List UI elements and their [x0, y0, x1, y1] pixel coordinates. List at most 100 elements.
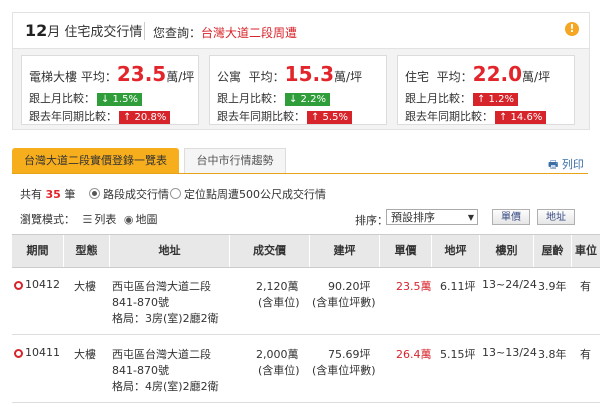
- avg-unit: 萬/坪: [522, 70, 551, 84]
- type-cell: 大樓: [74, 348, 96, 361]
- tab-price-trend[interactable]: 台中市行情趨勢: [184, 148, 286, 173]
- avg-label: 平均：: [80, 70, 117, 84]
- yoy-badge: ↑ 20.8%: [119, 111, 171, 124]
- stat-type: 住宅: [405, 70, 430, 84]
- avg-unit: 萬/坪: [334, 70, 363, 84]
- stat-yoy-line: 跟去年同期比較： ↑ 14.6%: [405, 108, 547, 124]
- address-line2: 841-870號: [112, 296, 169, 309]
- mom-label: 跟上月比較：: [405, 92, 471, 105]
- stats-panel: 電梯大樓 平均：23.5萬/坪 跟上月比較： ↓ 1.5% 跟去年同期比較： ↑ 2…: [12, 48, 590, 130]
- age-value: 3.8年: [538, 348, 567, 361]
- radio-label: 定位點周遭500公尺成交行情: [184, 188, 326, 201]
- floor-value: 13~13/24: [482, 346, 537, 359]
- count-number: 35: [45, 188, 61, 201]
- print-label: 列印: [561, 158, 584, 171]
- layout-text: 格局：4房(室)2廳2衛: [112, 380, 219, 393]
- col-parking[interactable]: 車位: [572, 235, 600, 267]
- area-note: (含車位坪數): [312, 296, 376, 309]
- stat-mom-line: 跟上月比較： ↓ 2.2%: [217, 90, 330, 106]
- stat-card-elevator: 電梯大樓 平均：23.5萬/坪 跟上月比較： ↓ 1.5% 跟去年同期比較： ↑ 2…: [21, 55, 199, 125]
- stat-yoy-line: 跟去年同期比較： ↑ 20.8%: [29, 108, 171, 124]
- printer-icon: 🖶: [548, 158, 559, 171]
- sort-select[interactable]: 預設排序 ▼: [386, 209, 478, 225]
- yoy-badge: ↑ 14.6%: [495, 111, 547, 124]
- avg-unit: 萬/坪: [166, 70, 195, 84]
- view-list-button[interactable]: ☰ 列表: [79, 213, 117, 226]
- yoy-label: 跟去年同期比較：: [29, 110, 117, 123]
- radio-checked-icon: [89, 188, 100, 199]
- divider: [144, 22, 145, 40]
- mom-label: 跟上月比較：: [217, 92, 283, 105]
- col-age[interactable]: 屋齡: [534, 235, 572, 267]
- col-unit-price[interactable]: 單價: [380, 235, 432, 267]
- yoy-badge: ↑ 5.5%: [307, 111, 352, 124]
- col-address[interactable]: 地址: [110, 235, 230, 267]
- avg-label: 平均：: [436, 70, 473, 84]
- mom-badge: ↑ 1.2%: [473, 93, 518, 106]
- sort-by-address-button[interactable]: 地址: [537, 209, 575, 225]
- table-row[interactable]: 10411 大樓 西屯區台灣大道二段 841-870號 格局：4房(室)2廳2衛…: [12, 336, 600, 403]
- view-mode: 瀏覽模式： ☰ 列表 ◉ 地圖: [20, 211, 157, 227]
- col-price[interactable]: 成交價: [230, 235, 310, 267]
- query-label: 您查詢：: [153, 26, 202, 40]
- view-map-label: 地圖: [135, 213, 158, 226]
- col-type[interactable]: 型態: [64, 235, 110, 267]
- radio-label: 路段成交行情: [103, 188, 169, 201]
- area-value: 75.69坪: [328, 348, 371, 361]
- month-suffix: 月 住宅成交行情: [47, 25, 143, 40]
- view-mode-label: 瀏覽模式：: [20, 213, 75, 226]
- parking-value: 有: [580, 280, 591, 293]
- month-title: 12月 住宅成交行情: [25, 21, 142, 40]
- stat-type: 電梯大樓: [29, 70, 78, 84]
- result-count: 共有 35 筆: [20, 186, 75, 202]
- print-button[interactable]: 🖶 列印: [548, 156, 584, 175]
- col-floor[interactable]: 樓別: [480, 235, 534, 267]
- avg-value: 15.3: [284, 62, 335, 86]
- unit-price-value: 23.5萬: [396, 280, 432, 293]
- stat-avg-line: 公寓 平均：15.3萬/坪: [217, 62, 362, 86]
- address-line1[interactable]: 西屯區台灣大道二段: [112, 278, 211, 294]
- stat-avg-line: 住宅 平均：22.0萬/坪: [405, 62, 550, 86]
- price-value: 2,000萬: [256, 348, 299, 361]
- col-period[interactable]: 期間: [12, 235, 64, 267]
- month-number: 12: [25, 21, 48, 40]
- view-list-label: 列表: [94, 213, 117, 226]
- view-map-button[interactable]: ◉ 地圖: [120, 213, 158, 226]
- chevron-down-icon: ▼: [467, 213, 474, 222]
- age-value: 3.9年: [538, 280, 567, 293]
- map-pin-icon: ◉: [123, 213, 134, 226]
- address-line1[interactable]: 西屯區台灣大道二段: [112, 346, 211, 362]
- avg-value: 23.5: [116, 62, 167, 86]
- tab-price-list[interactable]: 台灣大道二段實價登錄一覽表: [12, 148, 179, 173]
- mom-badge: ↓ 2.2%: [285, 93, 330, 106]
- page-header: 12月 住宅成交行情 您查詢：台灣大道二段周遭 !: [12, 12, 590, 49]
- count-suffix: 筆: [64, 188, 76, 201]
- sort-by-price-button[interactable]: 單價: [492, 209, 530, 225]
- stat-card-apartment: 公寓 平均：15.3萬/坪 跟上月比較： ↓ 2.2% 跟去年同期比較： ↑ 5.5…: [209, 55, 387, 125]
- info-icon[interactable]: !: [565, 22, 579, 36]
- radio-nearby-500m[interactable]: 定位點周遭500公尺成交行情: [170, 186, 326, 202]
- area-note: (含車位坪數): [312, 364, 376, 377]
- parking-value: 有: [580, 348, 591, 361]
- location-pin-icon[interactable]: [14, 281, 23, 290]
- yoy-label: 跟去年同期比較：: [217, 110, 305, 123]
- list-icon: ☰: [82, 213, 93, 226]
- stat-mom-line: 跟上月比較： ↑ 1.2%: [405, 90, 518, 106]
- yoy-label: 跟去年同期比較：: [405, 110, 493, 123]
- radio-road-section[interactable]: 路段成交行情: [89, 186, 169, 202]
- table-row[interactable]: 10412 大樓 西屯區台灣大道二段 841-870號 格局：3房(室)2廳2衛…: [12, 268, 600, 335]
- stat-card-residential: 住宅 平均：22.0萬/坪 跟上月比較： ↑ 1.2% 跟去年同期比較： ↑ 14.…: [397, 55, 575, 125]
- unit-price-value: 26.4萬: [396, 348, 432, 361]
- stat-type: 公寓: [217, 70, 242, 84]
- radio-unchecked-icon: [170, 188, 181, 199]
- query-value: 台灣大道二段周遭: [201, 26, 298, 40]
- location-pin-icon[interactable]: [14, 349, 23, 358]
- count-prefix: 共有: [20, 188, 42, 201]
- price-note: (含車位): [258, 364, 300, 377]
- type-cell: 大樓: [74, 280, 96, 293]
- col-land[interactable]: 地坪: [432, 235, 480, 267]
- col-area[interactable]: 建坪: [310, 235, 380, 267]
- price-note: (含車位): [258, 296, 300, 309]
- layout-text: 格局：3房(室)2廳2衛: [112, 312, 219, 325]
- avg-value: 22.0: [472, 62, 523, 86]
